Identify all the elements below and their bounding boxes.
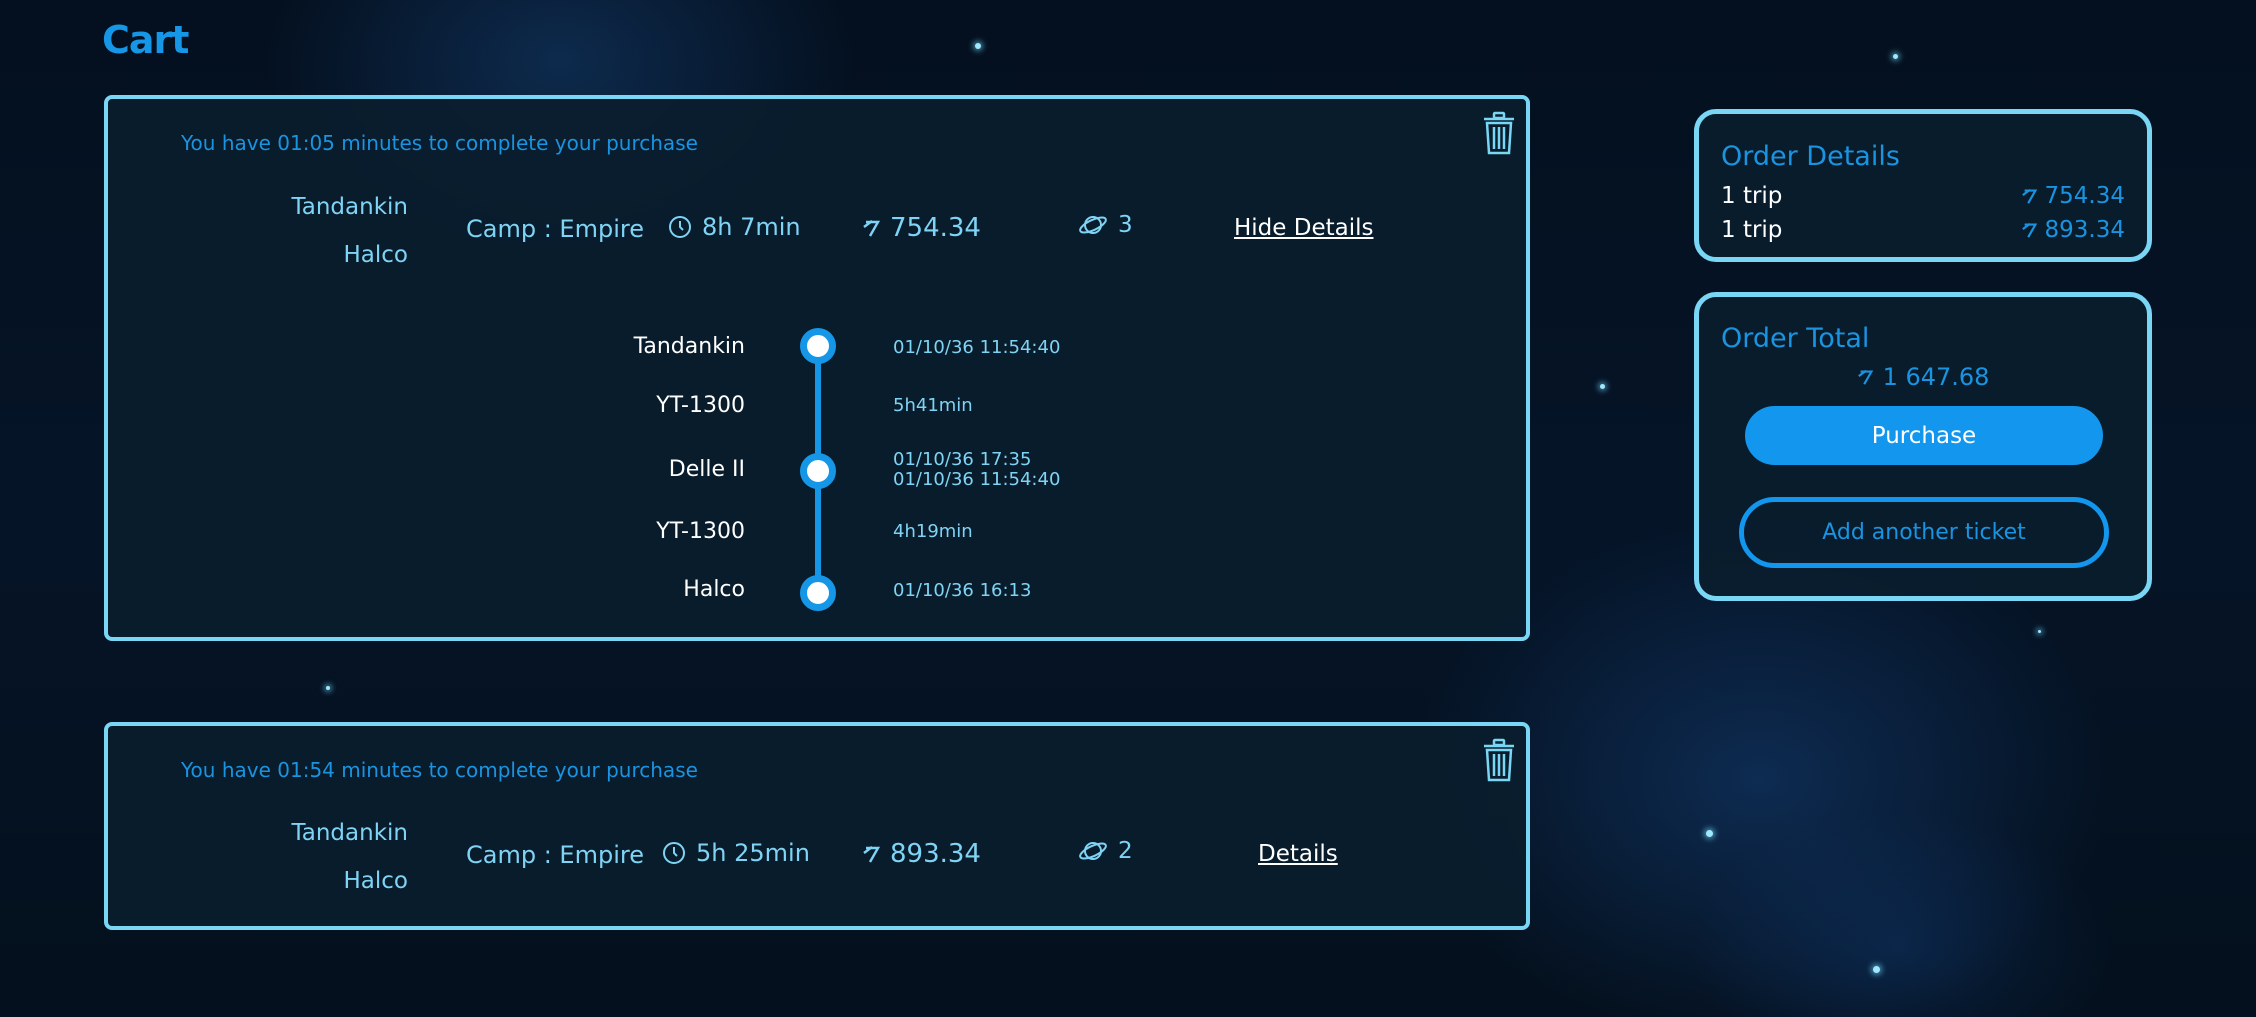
currency-icon — [862, 218, 882, 238]
origin-label: Tandankin — [291, 194, 408, 220]
currency-icon — [2021, 221, 2039, 239]
details-link[interactable]: Details — [1258, 841, 1338, 867]
star — [1893, 54, 1898, 59]
company-label: Camp : Empire — [466, 215, 644, 243]
purchase-button[interactable]: Purchase — [1745, 406, 2103, 465]
duration: 8h 7min — [668, 213, 801, 241]
timeline-leg-ship: YT-1300 — [656, 519, 745, 544]
price: 754.34 — [862, 213, 981, 243]
hide-details-link[interactable]: Hide Details — [1234, 215, 1373, 241]
trash-icon[interactable] — [1482, 111, 1516, 155]
order-details-title: Order Details — [1721, 141, 1900, 172]
price: 893.34 — [862, 839, 981, 869]
currency-icon — [1857, 368, 1875, 386]
clock-icon — [668, 215, 692, 239]
duration: 5h 25min — [662, 839, 810, 867]
timeline-stop-dot — [800, 575, 836, 611]
currency-icon — [862, 844, 882, 864]
stops: 3 — [1078, 212, 1133, 238]
trip-label: 1 trip — [1721, 217, 1783, 243]
purchase-timer: You have 01:05 minutes to complete your … — [181, 131, 698, 155]
company-label: Camp : Empire — [466, 841, 644, 869]
timeline-stop-time: 01/10/36 11:54:40 — [893, 469, 1061, 490]
timeline-stop-time: 01/10/36 11:54:40 — [893, 337, 1061, 358]
star — [975, 43, 981, 49]
timeline-stop-name: Halco — [683, 577, 745, 602]
stops-value: 2 — [1118, 838, 1133, 864]
timeline-leg-duration: 4h19min — [893, 521, 973, 542]
timeline-leg-duration: 5h41min — [893, 395, 973, 416]
clock-icon — [662, 841, 686, 865]
trip-price-value: 893.34 — [2044, 217, 2125, 243]
timeline-stop-time: 01/10/36 16:13 — [893, 580, 1032, 601]
duration-value: 8h 7min — [702, 213, 801, 241]
price-value: 754.34 — [890, 213, 981, 243]
destination-label: Halco — [343, 242, 409, 268]
destination-label: Halco — [343, 868, 409, 894]
trip-price-value: 754.34 — [2044, 183, 2125, 209]
currency-icon — [2021, 187, 2039, 205]
star — [1873, 966, 1880, 973]
star — [2038, 630, 2041, 633]
order-total-panel: Order Total 1 647.68 Purchase Add anothe… — [1694, 292, 2152, 601]
ticket-card: You have 01:54 minutes to complete your … — [104, 722, 1530, 930]
timeline-stop-name: Delle II — [668, 457, 745, 482]
trash-icon[interactable] — [1482, 738, 1516, 782]
order-details-row: 1 trip 754.34 — [1721, 183, 2125, 209]
trip-price: 754.34 — [2021, 183, 2125, 209]
star — [1600, 384, 1605, 389]
timeline-leg-ship: YT-1300 — [656, 393, 745, 418]
add-another-ticket-button[interactable]: Add another ticket — [1739, 497, 2109, 568]
star — [326, 686, 330, 690]
trip-price: 893.34 — [2021, 217, 2125, 243]
order-details-row: 1 trip 893.34 — [1721, 217, 2125, 243]
order-total-value: 1 647.68 — [1882, 363, 1990, 391]
timeline-stop-time: 01/10/36 17:35 — [893, 449, 1032, 470]
trip-label: 1 trip — [1721, 183, 1783, 209]
stops: 2 — [1078, 838, 1133, 864]
order-total-amount: 1 647.68 — [1699, 363, 2147, 392]
timeline-stop-dot — [800, 328, 836, 364]
star — [1706, 830, 1713, 837]
page-title: Cart — [102, 18, 189, 62]
stops-value: 3 — [1118, 212, 1133, 238]
order-details-panel: Order Details 1 trip 754.34 1 trip 893.3… — [1694, 109, 2152, 262]
duration-value: 5h 25min — [696, 839, 810, 867]
planet-icon — [1078, 212, 1108, 238]
price-value: 893.34 — [890, 839, 981, 869]
origin-label: Tandankin — [291, 820, 408, 846]
purchase-timer: You have 01:54 minutes to complete your … — [181, 758, 698, 782]
order-total-title: Order Total — [1721, 323, 1870, 354]
timeline-stop-name: Tandankin — [633, 334, 745, 359]
planet-icon — [1078, 838, 1108, 864]
ticket-card: You have 01:05 minutes to complete your … — [104, 95, 1530, 641]
timeline-stop-dot — [800, 453, 836, 489]
